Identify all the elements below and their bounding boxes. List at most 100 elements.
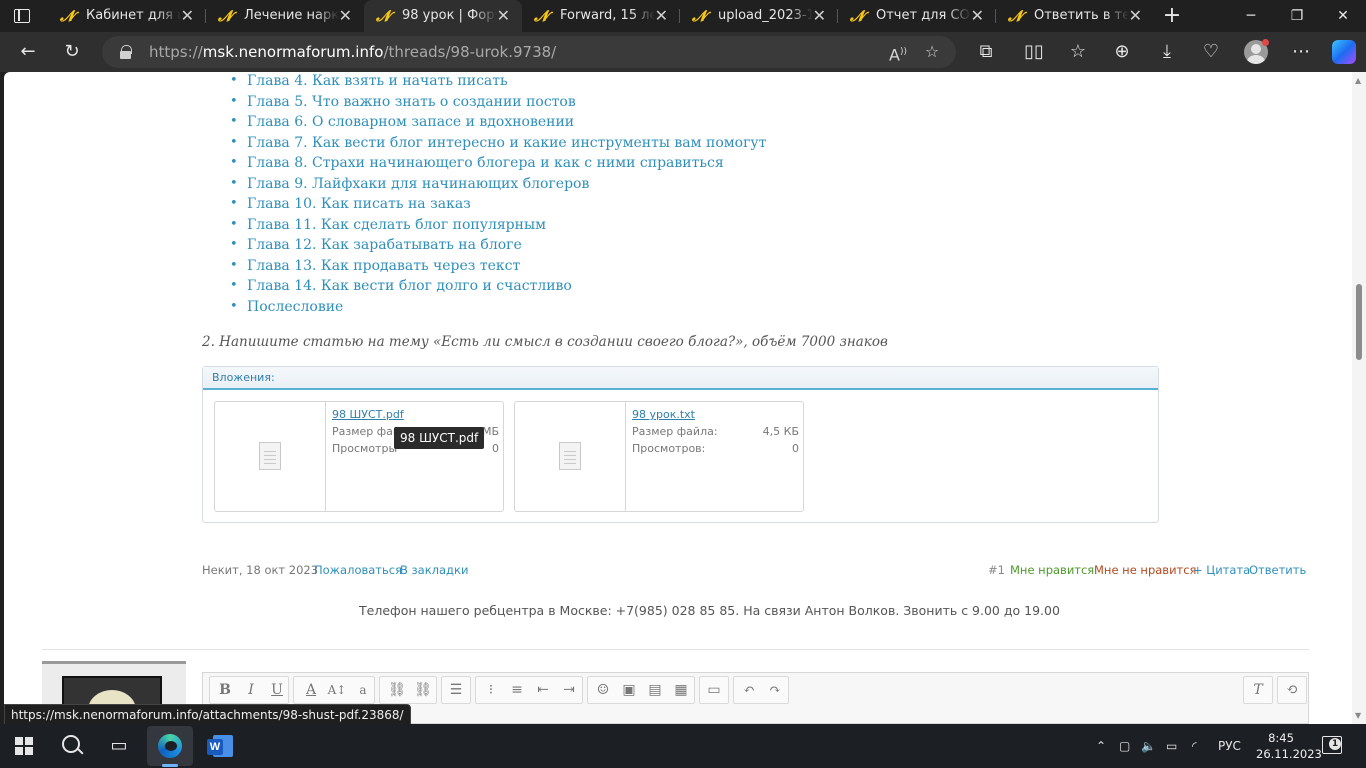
attachment-card[interactable]: 98 урок.txt Размер файла: 4,5 КБ Просмотр… — [514, 401, 804, 512]
performance-icon[interactable]: ♡ — [1199, 40, 1223, 64]
chapter-link[interactable]: • Глава 14. Как вести блог долго и счастл… — [230, 277, 766, 298]
smiley-icon[interactable]: ☺ — [591, 678, 615, 702]
browser-tab[interactable]: 𝓝 Forward, 15 лет, … ✕ — [522, 0, 680, 32]
browser-tab-active[interactable]: 𝓝 98 урок | Форум… ✕ — [364, 0, 522, 36]
bookmark-link[interactable]: В закладки — [400, 563, 468, 577]
word-icon[interactable]: W — [205, 730, 237, 762]
attachment-link[interactable]: 98 урок.txt — [632, 408, 695, 421]
undo-icon[interactable]: ↶ — [737, 678, 761, 702]
show-hidden-icons-icon[interactable]: ⌃ — [1096, 724, 1106, 768]
attachment-link[interactable]: 98 ШУСТ.pdf — [332, 408, 404, 421]
minimize-button[interactable]: ─ — [1228, 0, 1274, 32]
scroll-down-icon[interactable]: ▼ — [1355, 711, 1361, 720]
chapter-label[interactable]: Глава 4. Как взять и начать писать — [247, 73, 508, 89]
tab-close-icon[interactable]: ✕ — [1129, 0, 1142, 32]
chapter-label[interactable]: Глава 11. Как сделать блог популярным — [247, 217, 546, 233]
tab-close-icon[interactable]: ✕ — [813, 0, 826, 32]
unlink-icon[interactable]: ⛓ — [411, 678, 435, 702]
meet-now-icon[interactable]: ▢ — [1119, 724, 1130, 768]
favorite-star-icon[interactable]: ☆ — [920, 40, 944, 64]
close-window-button[interactable]: ✕ — [1320, 0, 1366, 32]
favorites-icon[interactable]: ☆ — [1066, 40, 1090, 64]
more-menu-icon[interactable]: ⋯ — [1289, 40, 1313, 64]
copilot-icon[interactable] — [1332, 40, 1356, 64]
browser-tab[interactable]: 𝓝 Кабинет для изл… ✕ — [48, 0, 206, 32]
chapter-link[interactable]: • Глава 7. Как вести блог интересно и как… — [230, 134, 766, 155]
chapter-label[interactable]: Глава 12. Как зарабатывать на блоге — [247, 237, 522, 253]
remove-format-icon[interactable]: T — [1246, 678, 1270, 702]
battery-icon[interactable]: ▭ — [1166, 724, 1177, 768]
quote-link[interactable]: + Цитата — [1193, 563, 1250, 577]
page-scrollbar[interactable]: ▲ ▼ — [1352, 72, 1366, 724]
tab-close-icon[interactable]: ✕ — [339, 0, 352, 32]
tab-close-icon[interactable]: ✕ — [655, 0, 668, 32]
chapter-link[interactable]: • Глава 5. Что важно знать о создании пос… — [230, 93, 766, 114]
url-text[interactable]: https://msk.nenormaforum.info/threads/98… — [149, 36, 556, 68]
chapter-link[interactable]: • Послесловие — [230, 298, 766, 319]
toggle-bbcode-icon[interactable]: ⟲ — [1280, 678, 1304, 702]
chapter-link[interactable]: • Глава 4. Как взять и начать писать — [230, 72, 766, 93]
downloads-icon[interactable]: ⤓ — [1155, 40, 1179, 64]
chapter-label[interactable]: Глава 10. Как писать на заказ — [247, 196, 471, 212]
browser-tab[interactable]: 𝓝 upload_2023-11-… ✕ — [680, 0, 838, 32]
new-tab-button[interactable]: + — [1160, 4, 1184, 28]
chapter-label[interactable]: Глава 6. О словарном запасе и вдохновени… — [247, 114, 574, 130]
browser-tab[interactable]: 𝓝 Отчет для СО | С… ✕ — [838, 0, 996, 32]
font-size-button[interactable]: A↕ — [325, 678, 349, 702]
chapter-link[interactable]: • Глава 8. Страхи начинающего блогера и к… — [230, 154, 766, 175]
chapter-link[interactable]: • Глава 11. Как сделать блог популярным — [230, 216, 766, 237]
chapter-link[interactable]: • Глава 10. Как писать на заказ — [230, 195, 766, 216]
post-author-date[interactable]: Некит, 18 окт 2023 — [202, 563, 318, 577]
edge-browser-icon[interactable] — [154, 730, 186, 762]
network-icon[interactable]: ◜ — [1192, 724, 1197, 768]
tab-actions-icon[interactable] — [12, 6, 32, 26]
reply-link[interactable]: Ответить — [1249, 563, 1306, 577]
align-icon[interactable]: ☰ — [444, 678, 468, 702]
bold-button[interactable]: B — [213, 678, 237, 702]
underline-button[interactable]: U — [265, 678, 289, 702]
back-arrow-icon[interactable]: ← — [16, 40, 40, 64]
like-link[interactable]: Мне нравится — [1010, 563, 1094, 577]
code-icon[interactable]: ▦ — [669, 678, 693, 702]
font-color-button[interactable]: A — [299, 678, 323, 702]
save-draft-icon[interactable]: ▭ — [702, 678, 726, 702]
tab-close-icon[interactable]: ✕ — [971, 0, 984, 32]
windows-start-icon[interactable] — [8, 730, 40, 762]
chapter-label[interactable]: Глава 7. Как вести блог интересно и каки… — [247, 135, 766, 151]
system-clock[interactable]: 8:45 26.11.2023 — [1256, 730, 1322, 762]
chapter-link[interactable]: • Глава 12. Как зарабатывать на блоге — [230, 236, 766, 257]
tab-close-icon[interactable]: ✕ — [497, 0, 510, 32]
italic-button[interactable]: I — [239, 678, 263, 702]
browser-tab[interactable]: 𝓝 Лечение нарком… ✕ — [206, 0, 364, 32]
collections-icon[interactable]: ⊕ — [1110, 40, 1134, 64]
numbered-list-icon[interactable]: ≡ — [505, 678, 529, 702]
scroll-up-icon[interactable]: ▲ — [1355, 76, 1361, 85]
tab-close-icon[interactable]: ✕ — [181, 0, 194, 32]
attachment-thumbnail[interactable] — [215, 402, 326, 511]
report-link[interactable]: Пожаловаться — [314, 563, 402, 577]
chapter-label[interactable]: Глава 13. Как продавать через текст — [247, 258, 520, 274]
language-indicator[interactable]: РУС — [1218, 724, 1241, 768]
dislike-link[interactable]: Мне не нравится — [1094, 563, 1196, 577]
link-icon[interactable]: ⛓ — [385, 678, 409, 702]
bullet-list-icon[interactable]: ⁝ — [479, 678, 503, 702]
font-family-button[interactable]: a — [351, 678, 375, 702]
post-number-link[interactable]: #1 — [988, 563, 1005, 577]
chapter-label[interactable]: Глава 5. Что важно знать о создании пост… — [247, 94, 576, 110]
chapter-label[interactable]: Глава 14. Как вести блог долго и счастли… — [247, 278, 572, 294]
chapter-link[interactable]: • Глава 9. Лайфхаки для начинающих блогер… — [230, 175, 766, 196]
refresh-icon[interactable]: ↻ — [60, 40, 84, 64]
media-icon[interactable]: ▤ — [643, 678, 667, 702]
address-bar[interactable]: https://msk.nenormaforum.info/threads/98… — [102, 36, 956, 68]
chapter-label[interactable]: Глава 9. Лайфхаки для начинающих блогеро… — [247, 176, 589, 192]
task-view-icon[interactable]: ▭ — [103, 730, 135, 762]
image-icon[interactable]: ▣ — [617, 678, 641, 702]
attachment-thumbnail[interactable] — [515, 402, 626, 511]
attachment-card[interactable]: 98 ШУСТ.pdf Размер файл 7 МБ Просмотры 0 — [214, 401, 504, 512]
chapter-label[interactable]: Глава 8. Страхи начинающего блогера и ка… — [247, 155, 724, 171]
split-screen-icon[interactable]: ▯▯ — [1022, 40, 1046, 64]
lock-icon[interactable] — [120, 45, 132, 59]
read-aloud-icon[interactable]: A)) — [886, 40, 910, 64]
indent-icon[interactable]: ⇥ — [557, 678, 581, 702]
extensions-icon[interactable]: ⧉ — [974, 40, 998, 64]
